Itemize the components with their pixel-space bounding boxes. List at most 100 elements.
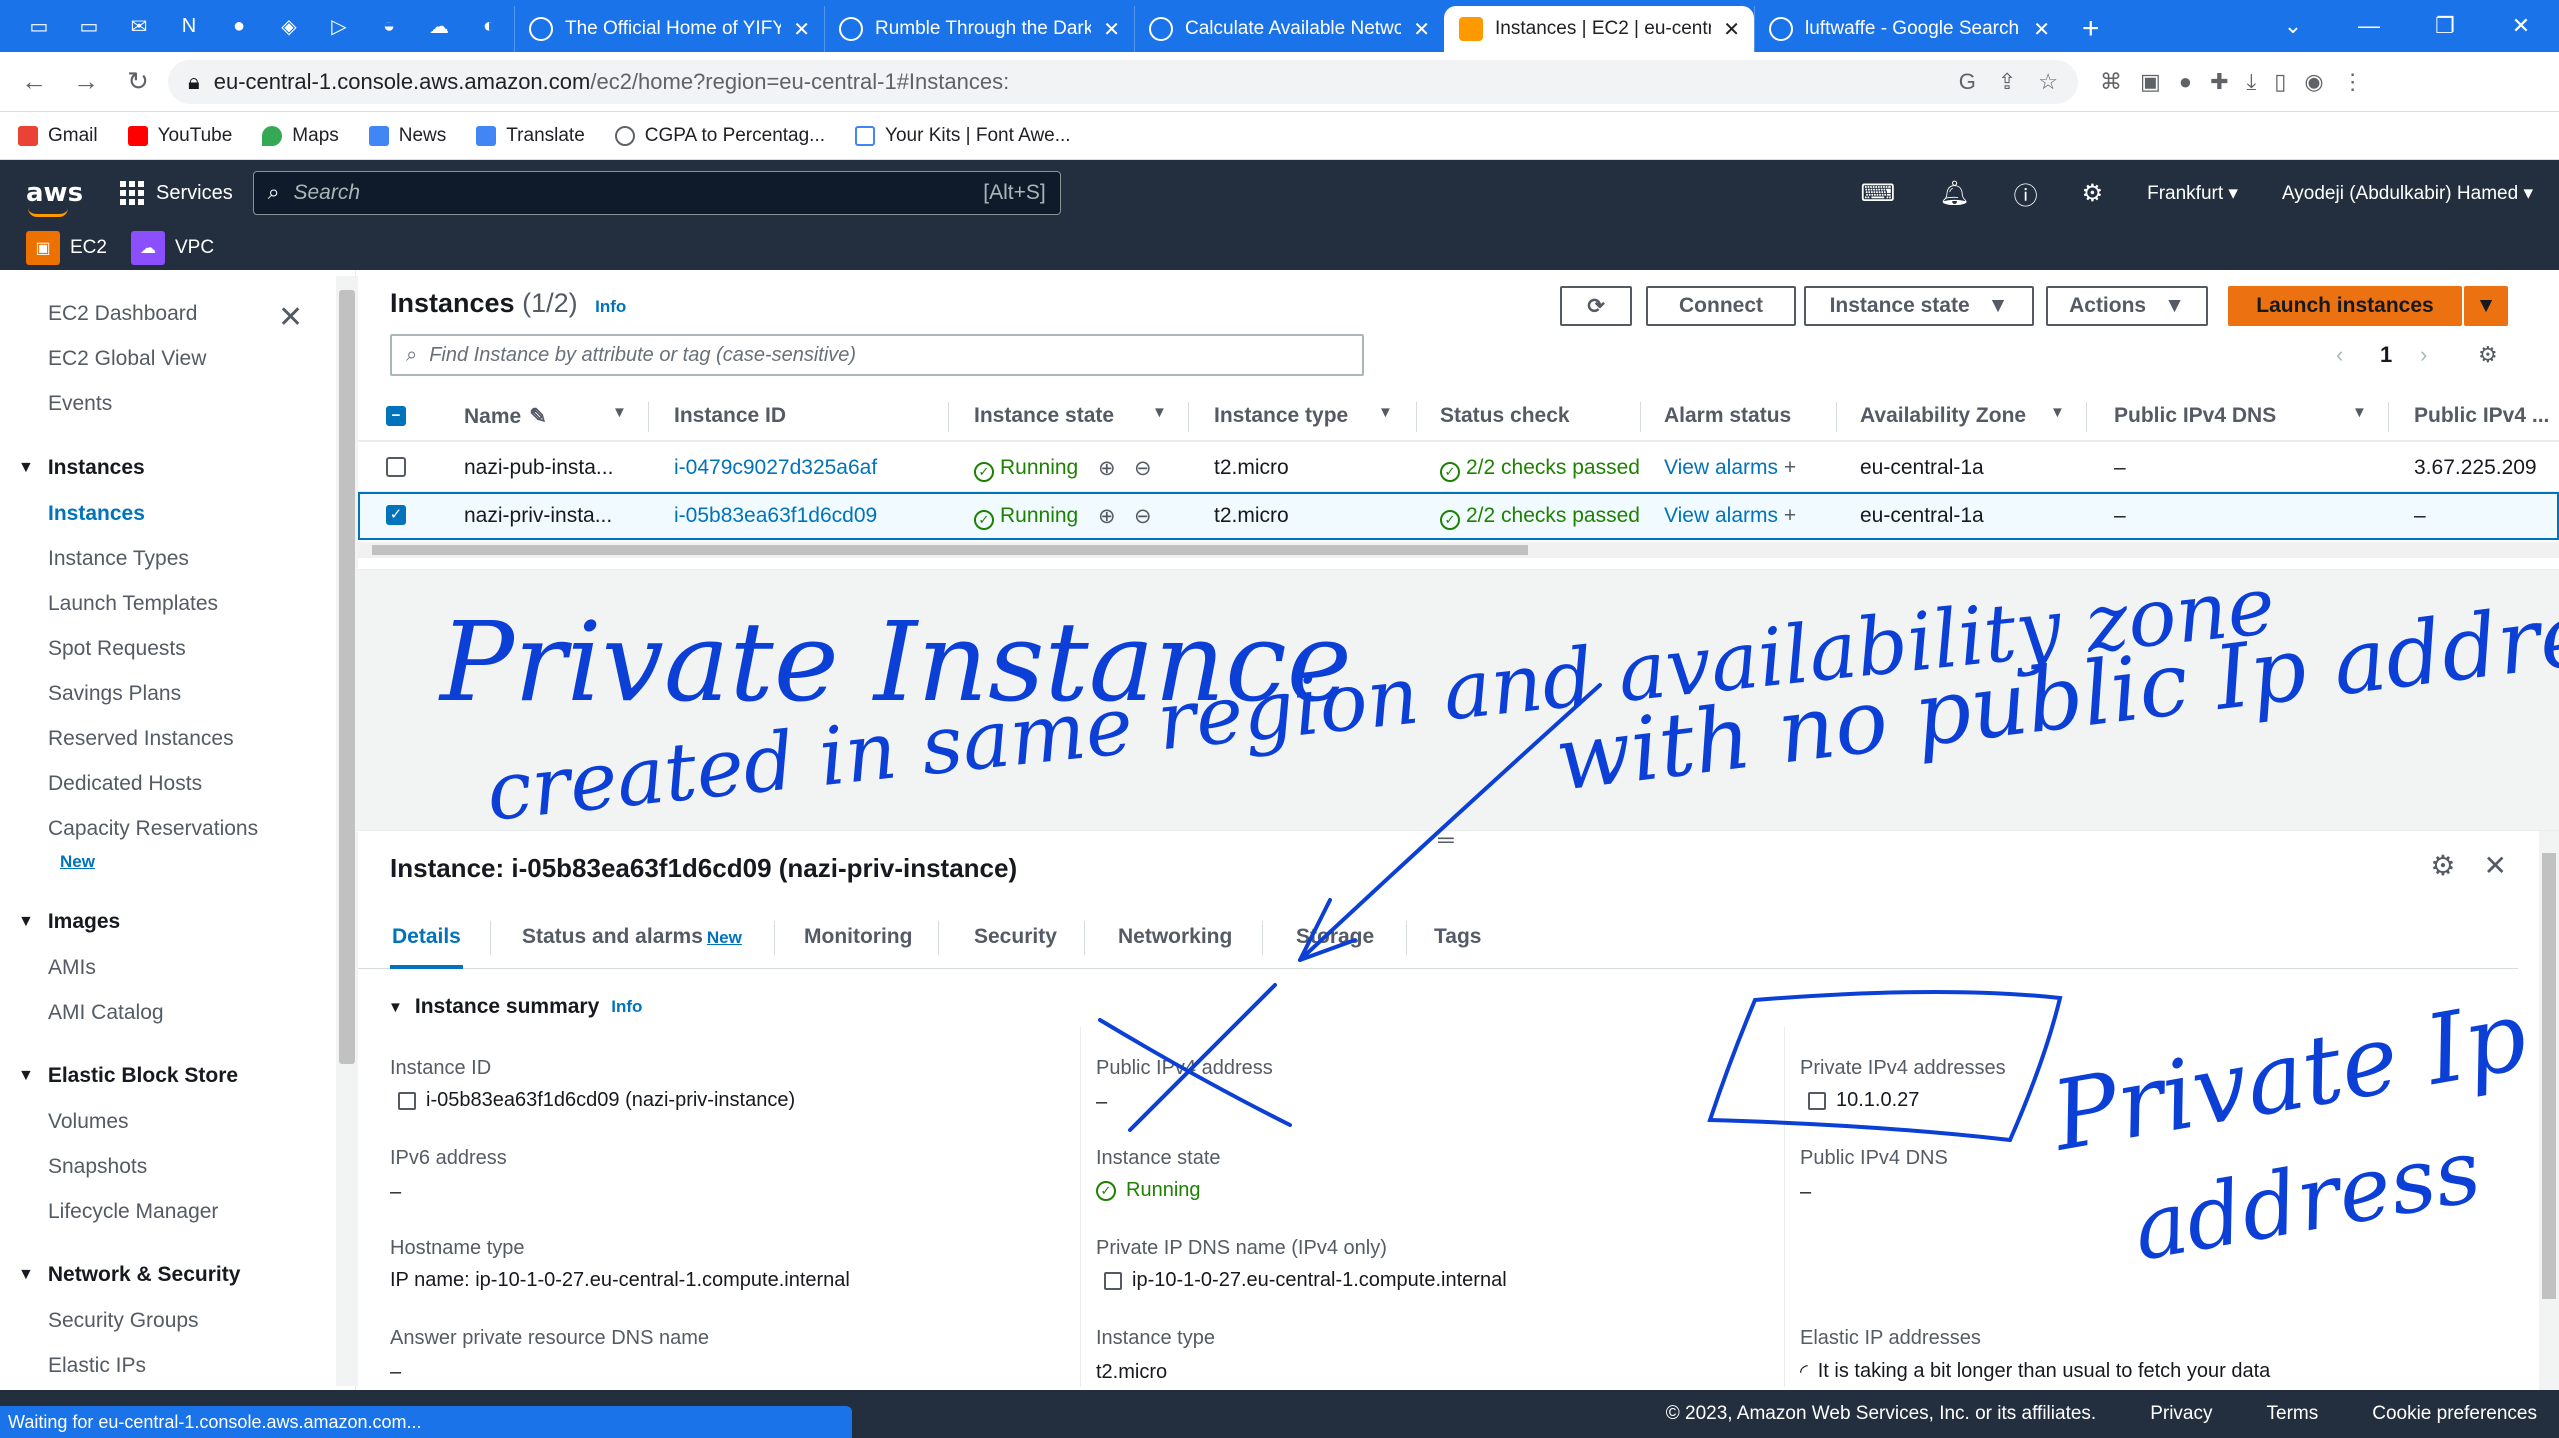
copy-icon[interactable] (1104, 1271, 1122, 1290)
zoom-out-icon[interactable]: ⊖ (1134, 504, 1152, 529)
column-header-name[interactable]: Name ✎ (464, 404, 547, 429)
sort-caret-icon[interactable]: ▼ (2352, 404, 2367, 421)
column-header-public-ipv4[interactable]: Public IPv4 ... (2414, 404, 2549, 428)
menu-dots-icon[interactable]: ⋮ (2342, 69, 2364, 95)
services-menu-button[interactable]: Services (100, 181, 253, 205)
close-icon[interactable]: ✕ (793, 17, 810, 42)
download-icon[interactable]: ⤓ (2247, 69, 2257, 95)
info-link[interactable]: Info (595, 297, 626, 316)
browser-tab[interactable]: luftwaffe - Google Search ✕ (1754, 6, 2064, 52)
select-all-checkbox[interactable]: − (386, 406, 406, 426)
summary-header[interactable]: ▼ Instance summary Info (388, 995, 642, 1019)
view-alarms-link[interactable]: View alarms + (1664, 504, 1796, 528)
aws-search-input[interactable]: ⌕ Search [Alt+S] (252, 171, 1061, 215)
pinned-tab-icon[interactable]: ◈ (264, 8, 314, 44)
close-icon[interactable]: ✕ (278, 300, 303, 335)
sidebar-item-ec2-dashboard[interactable]: EC2 Dashboard (48, 302, 197, 326)
extension-icon[interactable]: ▣ (2140, 69, 2161, 95)
sidebar-item-instance-types[interactable]: Instance Types (48, 547, 189, 571)
pinned-tab-icon[interactable]: ☁ (414, 8, 464, 44)
resize-handle-icon[interactable]: ═ (1438, 827, 1454, 853)
instance-filter-input[interactable]: ⌕ Find Instance by attribute or tag (cas… (390, 334, 1364, 376)
address-bar[interactable]: 🔒︎ eu-central-1.console.aws.amazon.com/e… (168, 59, 2078, 104)
actions-dropdown[interactable]: Actions ▼ (2046, 286, 2208, 326)
column-header-instance-id[interactable]: Instance ID (674, 404, 786, 428)
tab-storage[interactable]: Storage (1296, 925, 1374, 949)
bookmark-gmail[interactable]: Gmail (18, 125, 98, 147)
new-tab-button[interactable]: + (2064, 12, 2118, 52)
column-divider[interactable] (1188, 402, 1189, 432)
column-header-instance-type[interactable]: Instance type (1214, 404, 1348, 428)
account-menu[interactable]: Ayodeji (Abdulkabir) Hamed ▾ (2282, 182, 2533, 205)
sort-caret-icon[interactable]: ▼ (1378, 404, 1393, 421)
footer-link-cookies[interactable]: Cookie preferences (2372, 1403, 2537, 1425)
column-header-public-dns[interactable]: Public IPv4 DNS (2114, 404, 2276, 428)
pinned-tab-icon[interactable]: N (164, 8, 214, 44)
tab-tags[interactable]: Tags (1434, 925, 1481, 949)
table-row[interactable]: nazi-pub-insta... i-0479c9027d325a6af ✓ R… (358, 444, 2559, 492)
column-divider[interactable] (2388, 402, 2389, 432)
page-number[interactable]: 1 (2380, 342, 2392, 368)
sidebar-item-capacity-reservations[interactable]: Capacity Reservations (48, 817, 258, 841)
new-badge[interactable]: New (60, 852, 95, 872)
bookmark-cgpa[interactable]: CGPA to Percentag... (614, 125, 825, 147)
bookmark-maps[interactable]: Maps (262, 125, 339, 147)
bookmark-fontawesome[interactable]: Your Kits | Font Awe... (855, 125, 1071, 147)
pinned-tab-icon[interactable]: ◒ (364, 8, 414, 44)
column-header-availability-zone[interactable]: Availability Zone (1860, 404, 2026, 428)
column-header-status-check[interactable]: Status check (1440, 404, 1570, 428)
bookmark-translate[interactable]: Translate (476, 125, 585, 147)
cloudshell-icon[interactable]: ⌨ (1860, 179, 1895, 208)
row-checkbox[interactable] (386, 457, 406, 477)
sidebar-scrollbar[interactable] (336, 276, 358, 1386)
settings-gear-icon[interactable]: ⚙ (2082, 179, 2104, 208)
pinned-tab-icon[interactable]: ● (214, 8, 264, 44)
forward-icon[interactable]: → (64, 60, 108, 104)
sidebar-section-network-security[interactable]: ▼ Network & Security (18, 1263, 240, 1287)
instance-id-link[interactable]: i-05b83ea63f1d6cd09 (674, 504, 877, 528)
minimize-icon[interactable]: — (2331, 0, 2407, 52)
table-row-selected[interactable]: ✓ nazi-priv-insta... i-05b83ea63f1d6cd09… (358, 492, 2559, 540)
tab-status-alarms[interactable]: Status and alarms New (522, 925, 742, 949)
table-horizontal-scrollbar[interactable] (358, 542, 2559, 558)
pinned-tab-icon[interactable]: ▭ (14, 8, 64, 44)
close-window-icon[interactable]: ✕ (2483, 0, 2559, 52)
sidebar-item-instances[interactable]: Instances (48, 502, 145, 526)
zoom-out-icon[interactable]: ⊖ (1134, 456, 1152, 481)
back-icon[interactable]: ← (12, 60, 56, 104)
sidebar-item-events[interactable]: Events (48, 392, 112, 416)
zoom-in-icon[interactable]: ⊕ (1098, 456, 1116, 481)
region-selector[interactable]: Frankfurt ▾ (2147, 182, 2238, 205)
preferences-gear-icon[interactable]: ⚙ (2430, 849, 2455, 882)
sort-caret-icon[interactable]: ▼ (1152, 404, 1167, 421)
pinned-tab-icon[interactable]: ✉ (114, 8, 164, 44)
column-divider[interactable] (948, 402, 949, 432)
next-page-icon[interactable]: › (2420, 342, 2427, 368)
profile-avatar[interactable]: ◉ (2304, 69, 2323, 95)
close-icon[interactable]: ✕ (1413, 17, 1430, 42)
browser-tab[interactable]: Calculate Available Netwo ✕ (1134, 6, 1444, 52)
sort-caret-icon[interactable]: ▼ (2050, 404, 2065, 421)
sidebar-item-ami-catalog[interactable]: AMI Catalog (48, 1001, 164, 1025)
tab-security[interactable]: Security (974, 925, 1057, 949)
tab-details[interactable]: Details (390, 925, 463, 969)
launch-dropdown-button[interactable]: ▼ (2464, 286, 2508, 326)
close-icon[interactable]: ✕ (1723, 17, 1740, 42)
restore-icon[interactable]: ❐ (2407, 0, 2483, 52)
launch-instances-button[interactable]: Launch instances (2228, 286, 2462, 326)
prev-page-icon[interactable]: ‹ (2336, 342, 2343, 368)
column-header-instance-state[interactable]: Instance state (974, 404, 1114, 428)
instance-state-dropdown[interactable]: Instance state ▼ (1804, 286, 2034, 326)
sidebar-item-dedicated-hosts[interactable]: Dedicated Hosts (48, 772, 202, 796)
browser-tab-active[interactable]: Instances | EC2 | eu-centra ✕ (1444, 6, 1754, 52)
copy-icon[interactable] (398, 1091, 416, 1110)
sidebar-section-ebs[interactable]: ▼ Elastic Block Store (18, 1064, 238, 1088)
sidebar-item-elastic-ips[interactable]: Elastic IPs (48, 1354, 146, 1378)
sidebar-section-instances[interactable]: ▼ Instances (18, 456, 145, 480)
sort-caret-icon[interactable]: ▼ (612, 404, 627, 421)
sidebar-item-snapshots[interactable]: Snapshots (48, 1155, 147, 1179)
table-settings-gear-icon[interactable]: ⚙ (2478, 342, 2498, 368)
detail-scrollbar[interactable] (2539, 831, 2559, 1391)
side-panel-icon[interactable]: ▯ (2274, 69, 2286, 95)
reload-icon[interactable]: ↻ (116, 60, 160, 104)
